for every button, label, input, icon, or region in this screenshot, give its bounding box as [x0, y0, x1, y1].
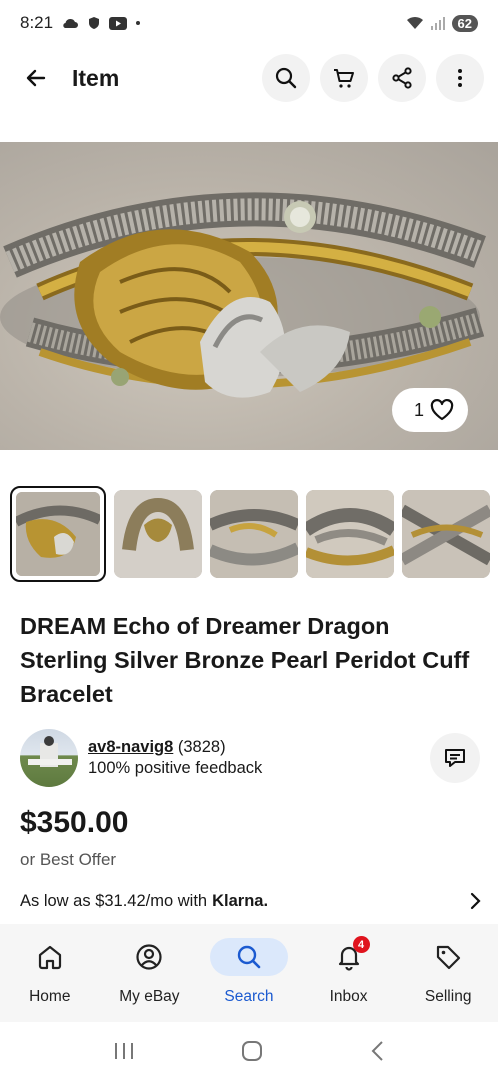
status-time: 8:21 — [20, 13, 54, 32]
search-icon — [275, 67, 297, 89]
thumbnail-2[interactable] — [114, 490, 202, 578]
klarna-financing-row[interactable]: As low as $31.42/mo with Klarna. — [20, 888, 482, 914]
nav-search[interactable]: Search — [199, 924, 299, 1022]
seller-row[interactable]: av8-navig8 (3828) 100% positive feedback — [20, 728, 480, 788]
signal-icon — [430, 17, 445, 30]
watch-button[interactable]: 1 — [391, 388, 468, 432]
status-bar: 8:21 62 — [0, 0, 498, 46]
shield-notification-icon — [89, 17, 100, 29]
recents-icon[interactable] — [113, 1041, 135, 1061]
nav-icon-wrap — [11, 938, 89, 976]
user-circle-icon — [136, 944, 162, 970]
nav-home[interactable]: Home — [0, 924, 100, 1022]
thumbnail-4[interactable] — [306, 490, 394, 578]
best-offer-label: or Best Offer — [20, 850, 117, 869]
dot-icon — [136, 21, 141, 25]
thumbnail-strip — [10, 486, 490, 582]
nav-label: Search — [224, 988, 274, 1005]
search-button[interactable] — [262, 54, 310, 102]
home-icon — [38, 945, 61, 970]
share-button[interactable] — [378, 54, 426, 102]
heart-icon — [430, 399, 454, 421]
nav-label: Home — [29, 988, 71, 1005]
message-icon — [445, 749, 465, 767]
search-icon — [237, 945, 261, 969]
thumbnail-image — [16, 492, 100, 576]
nav-icon-wrap — [409, 938, 487, 976]
back-nav-icon[interactable] — [369, 1040, 385, 1062]
nav-label: Inbox — [329, 988, 368, 1005]
status-left: 8:21 — [20, 13, 141, 33]
nav-icon-wrap: 4 — [310, 936, 388, 976]
seller-info: av8-navig8 (3828) 100% positive feedback — [88, 737, 430, 779]
message-seller-button[interactable] — [430, 733, 480, 783]
back-button[interactable] — [18, 60, 54, 96]
nav-selling[interactable]: Selling — [398, 924, 498, 1022]
avatar-image — [28, 736, 72, 767]
financing-text: As low as $31.42/mo with — [20, 891, 208, 910]
thumbnail-image — [306, 490, 394, 578]
nav-my-ebay[interactable]: My eBay — [100, 924, 200, 1022]
battery-indicator: 62 — [451, 14, 478, 32]
more-options-button[interactable] — [436, 54, 484, 102]
cart-button[interactable] — [320, 54, 368, 102]
bottom-navigation: Home My eBay Search 4 Inbox Selling — [0, 924, 498, 1022]
nav-icon-wrap — [209, 938, 288, 976]
thumbnail-5[interactable] — [402, 490, 490, 578]
page-title: Item — [72, 64, 120, 91]
seller-avatar[interactable] — [20, 729, 78, 787]
notification-badge: 4 — [352, 936, 370, 953]
chevron-right-icon — [470, 892, 481, 910]
item-price: $350.00 — [20, 806, 129, 839]
item-title: DREAM Echo of Dreamer Dragon Sterling Si… — [20, 613, 470, 707]
thumbnail-3[interactable] — [210, 490, 298, 578]
thumbnail-1[interactable] — [10, 486, 106, 582]
seller-feedback: 100% positive feedback — [88, 759, 263, 777]
wifi-icon — [406, 16, 423, 29]
app-bar: Item — [0, 50, 498, 106]
seller-score: (3828) — [177, 738, 226, 756]
like-count: 1 — [413, 399, 424, 420]
nav-label: My eBay — [119, 988, 180, 1005]
youtube-icon — [109, 16, 128, 30]
more-vertical-icon — [458, 69, 462, 87]
tag-icon — [437, 945, 461, 970]
nav-inbox[interactable]: 4 Inbox — [299, 924, 399, 1022]
nav-label: Selling — [424, 988, 472, 1005]
nav-icon-wrap — [110, 938, 188, 976]
arrow-left-icon — [26, 69, 46, 87]
system-navigation-bar — [0, 1022, 498, 1080]
share-icon — [392, 67, 412, 89]
status-right: 62 — [406, 14, 478, 32]
home-button-icon[interactable] — [241, 1040, 263, 1062]
klarna-logo: Klarna. — [212, 891, 269, 910]
cart-icon — [334, 69, 354, 88]
thumbnail-image — [402, 490, 490, 578]
seller-name-link[interactable]: av8-navig8 — [88, 738, 173, 756]
product-image[interactable]: 1 — [0, 142, 498, 450]
thumbnail-image — [114, 490, 202, 578]
thumbnail-image — [210, 490, 298, 578]
cloud-icon — [63, 18, 79, 28]
